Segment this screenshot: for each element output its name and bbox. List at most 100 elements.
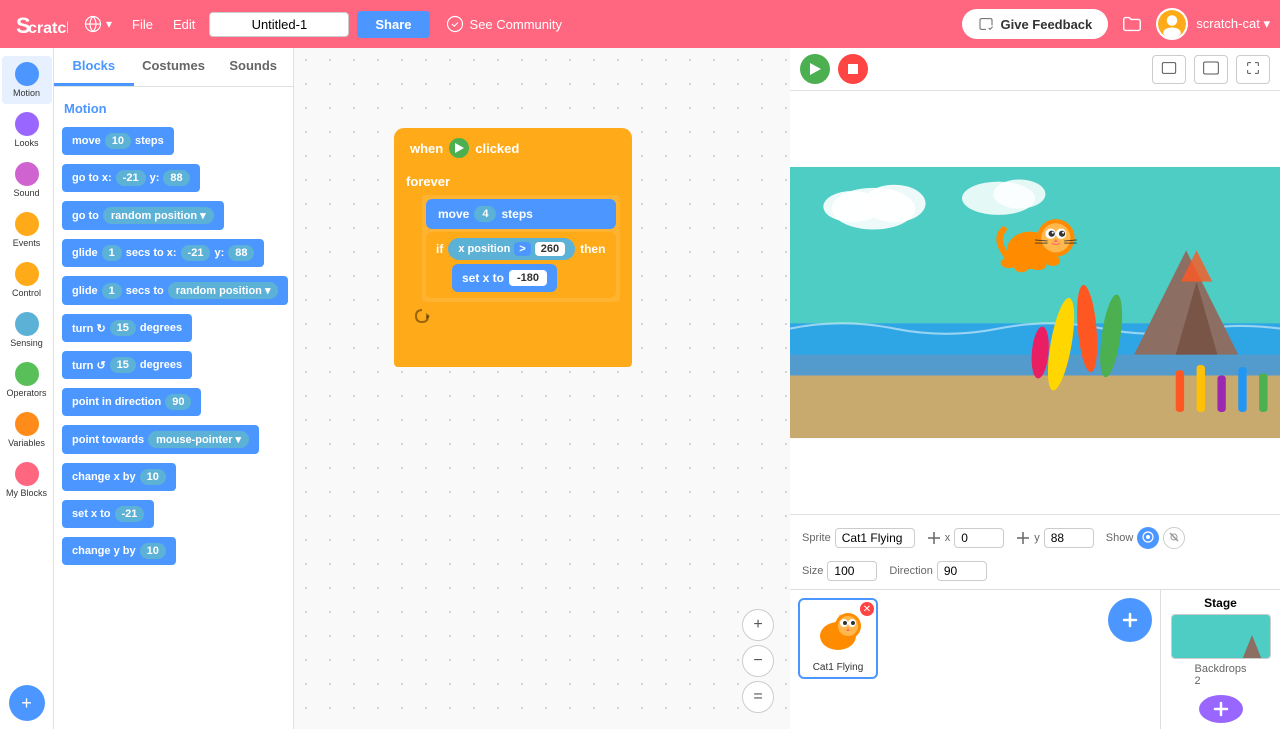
block-turn-cw[interactable]: turn ↻ 15 degrees [62, 311, 285, 345]
project-title-input[interactable] [209, 12, 349, 37]
zoom-fit-button[interactable]: = [742, 681, 774, 713]
set-x-block[interactable]: set x to -180 [452, 264, 557, 292]
tab-sounds[interactable]: Sounds [213, 48, 293, 86]
variables-label: Variables [8, 438, 45, 448]
when-flag-block[interactable]: when clicked [394, 128, 632, 168]
sidebar-item-sensing[interactable]: Sensing [2, 306, 52, 354]
sprite-x-input[interactable] [954, 528, 1004, 548]
sidebar-item-events[interactable]: Events [2, 206, 52, 254]
block-glide-random[interactable]: glide 1 secs to random position ▾ [62, 273, 285, 308]
block-move-steps[interactable]: move 10 steps [62, 124, 285, 158]
sprite-y-field: y [1016, 528, 1094, 548]
script-stack: when clicked forever move 4 [394, 128, 632, 367]
motion-label: Motion [13, 88, 40, 98]
block-point-direction[interactable]: point in direction 90 [62, 385, 285, 419]
block-turn-ccw[interactable]: turn ↺ 15 degrees [62, 348, 285, 382]
condition-val[interactable]: 260 [535, 242, 565, 256]
if-block[interactable]: if x position > 260 then [426, 232, 616, 298]
small-stage-button[interactable] [1152, 55, 1186, 84]
edit-menu-btn[interactable]: Edit [167, 13, 201, 36]
set-x-val[interactable]: -180 [509, 270, 547, 286]
right-panel: Sprite x y Show [790, 48, 1280, 729]
sidebar-item-motion[interactable]: Motion [2, 56, 52, 104]
sidebar-item-looks[interactable]: Looks [2, 106, 52, 154]
sprite-size-input[interactable] [827, 561, 877, 581]
block-glide-xy[interactable]: glide 1 secs to x: -21 y: 88 [62, 236, 285, 270]
sensing-label: Sensing [10, 338, 43, 348]
arrows-icon [927, 531, 941, 545]
username-button[interactable]: scratch-cat ▾ [1196, 16, 1270, 32]
sprite-size-field: Size [802, 561, 877, 581]
show-visible-button[interactable] [1137, 527, 1159, 549]
folder-icon[interactable] [1116, 8, 1148, 40]
block-goto-xy[interactable]: go to x: -21 y: 88 [62, 161, 285, 195]
topbar: S cratch ▾ File Edit Share See Community… [0, 0, 1280, 48]
y-arrows-icon [1016, 531, 1030, 545]
events-dot [15, 212, 39, 236]
give-feedback-button[interactable]: Give Feedback [962, 9, 1108, 39]
tab-costumes[interactable]: Costumes [134, 48, 214, 86]
stage-thumbnail[interactable] [1171, 614, 1271, 659]
stop-button[interactable] [838, 54, 868, 84]
sensing-dot [15, 312, 39, 336]
sprite-image [810, 604, 866, 660]
globe-language-btn[interactable]: ▾ [78, 11, 118, 37]
myblocks-label: My Blocks [6, 488, 47, 498]
code-area: when clicked forever move 4 [294, 48, 790, 729]
blocks-content: Motion move 10 steps go to x: -21 y: 88 [54, 87, 293, 729]
file-menu-btn[interactable]: File [126, 13, 159, 36]
block-goto-random[interactable]: go to random position ▾ [62, 198, 285, 233]
fullscreen-button[interactable] [1236, 55, 1270, 84]
sprite-direction-input[interactable] [937, 561, 987, 581]
zoom-out-button[interactable]: − [742, 645, 774, 677]
sprite-direction-field: Direction [889, 561, 986, 581]
sprite-thumbnail[interactable]: ✕ Cat1 Flying [798, 598, 878, 679]
zoom-in-button[interactable]: + [742, 609, 774, 641]
zoom-controls: + − = [742, 609, 774, 713]
sprite-y-input[interactable] [1044, 528, 1094, 548]
control-dot [15, 262, 39, 286]
sprite-fields: Sprite x y Show [802, 527, 1268, 581]
move-val[interactable]: 4 [474, 206, 496, 222]
block-point-towards[interactable]: point towards mouse-pointer ▾ [62, 422, 285, 457]
sound-label: Sound [13, 188, 39, 198]
looks-label: Looks [14, 138, 38, 148]
tab-blocks[interactable]: Blocks [54, 48, 134, 86]
backdrops-count: 2 [1195, 675, 1201, 687]
share-button[interactable]: Share [357, 11, 429, 38]
file-label: File [132, 17, 153, 32]
sidebar-item-sound[interactable]: Sound [2, 156, 52, 204]
sidebar-item-variables[interactable]: Variables [2, 406, 52, 454]
scratch-logo[interactable]: S cratch [10, 6, 70, 42]
sprite-delete-button[interactable]: ✕ [860, 602, 874, 616]
sidebar-item-myblocks[interactable]: My Blocks [2, 456, 52, 504]
move-block[interactable]: move 4 steps [426, 199, 616, 229]
sprite-name-input[interactable] [835, 528, 915, 548]
edit-label: Edit [173, 17, 195, 32]
flag-icon [449, 138, 469, 158]
main-area: Motion Looks Sound Events Control Sensin… [0, 48, 1280, 729]
top-right-area: scratch-cat ▾ [1116, 8, 1270, 40]
block-change-y[interactable]: change y by 10 [62, 534, 285, 568]
block-set-x[interactable]: set x to -21 [62, 497, 285, 531]
block-change-x[interactable]: change x by 10 [62, 460, 285, 494]
normal-stage-button[interactable] [1194, 55, 1228, 84]
user-avatar[interactable] [1156, 8, 1188, 40]
operators-label: Operators [6, 388, 46, 398]
see-community-button[interactable]: See Community [438, 11, 570, 37]
green-flag-button[interactable] [800, 54, 830, 84]
blocks-tabs: Blocks Costumes Sounds [54, 48, 293, 87]
sidebar-item-control[interactable]: Control [2, 256, 52, 304]
add-extension-button[interactable]: + [9, 685, 45, 721]
show-hidden-button[interactable] [1163, 527, 1185, 549]
stage-label: Stage [1204, 596, 1237, 610]
loop-arrow [414, 308, 620, 327]
condition-block[interactable]: x position > 260 [448, 238, 575, 260]
sidebar-item-operators[interactable]: Operators [2, 356, 52, 404]
forever-block[interactable]: forever move 4 steps if [394, 168, 632, 367]
sprite-info: Sprite x y Show [790, 514, 1280, 589]
add-backdrop-button[interactable] [1199, 695, 1243, 723]
add-sprite-area [1108, 598, 1152, 650]
svg-text:cratch: cratch [28, 20, 68, 37]
add-sprite-button[interactable] [1108, 598, 1152, 642]
